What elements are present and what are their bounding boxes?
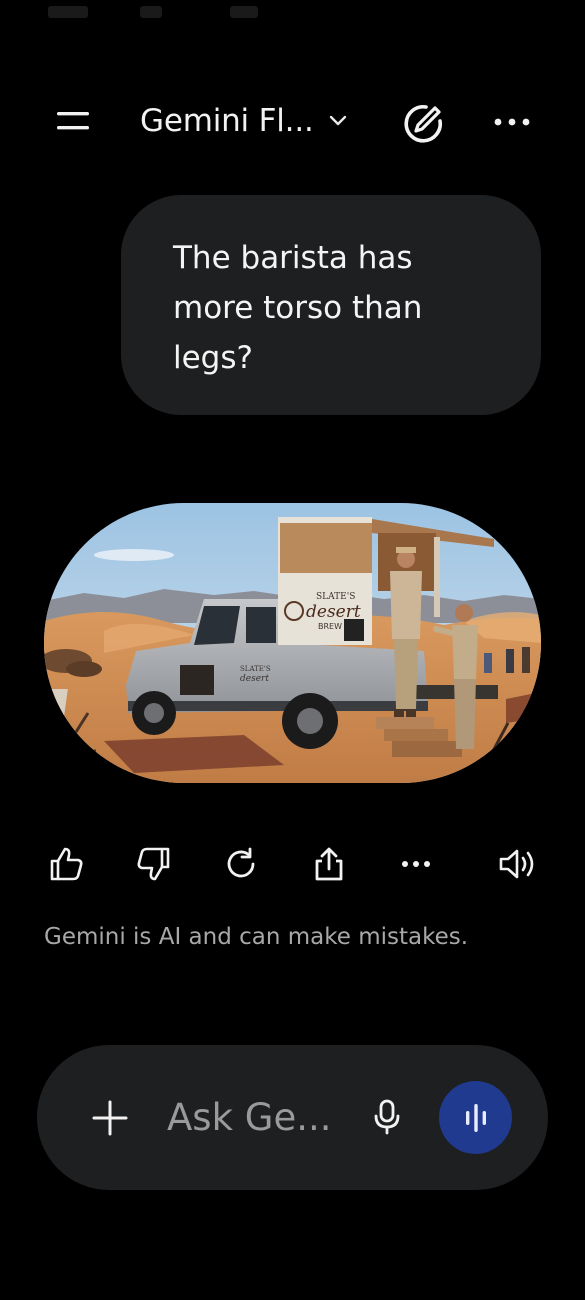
live-mode-button[interactable] xyxy=(439,1081,512,1154)
speaker-icon xyxy=(499,849,534,879)
more-actions-button[interactable] xyxy=(392,838,440,890)
svg-text:desert: desert xyxy=(240,674,269,684)
more-horizontal-icon xyxy=(494,118,530,126)
truck-sign-line1: SLATE'S xyxy=(316,592,355,602)
generated-image[interactable]: SLATE'S desert SLATE'S desert BREW xyxy=(44,503,541,783)
chevron-down-icon xyxy=(328,114,348,128)
status-icon xyxy=(140,6,162,18)
thumbs-up-icon xyxy=(50,847,83,881)
regenerate-icon xyxy=(227,847,255,878)
voice-input-button[interactable] xyxy=(363,1091,411,1143)
regenerate-button[interactable] xyxy=(217,838,265,890)
status-icon xyxy=(230,6,258,18)
status-bar xyxy=(0,0,585,28)
menu-button[interactable] xyxy=(48,98,98,144)
top-app-bar: Gemini Fl... xyxy=(0,88,585,154)
svg-text:SLATE'S: SLATE'S xyxy=(240,665,271,673)
prompt-composer xyxy=(37,1045,548,1190)
share-icon xyxy=(315,847,343,881)
status-time xyxy=(48,6,88,18)
read-aloud-button[interactable] xyxy=(494,838,542,890)
plus-icon xyxy=(92,1100,128,1136)
prompt-input[interactable] xyxy=(167,1089,357,1145)
share-button[interactable] xyxy=(305,838,353,890)
thumbs-down-icon xyxy=(137,847,170,881)
more-options-button[interactable] xyxy=(488,100,536,144)
disclaimer-text: Gemini is AI and can make mistakes. xyxy=(44,924,469,950)
menu-icon xyxy=(57,112,89,130)
user-message-text: The barista has more torso than legs? xyxy=(173,240,423,376)
user-message-bubble: The barista has more torso than legs? xyxy=(121,195,541,415)
more-icon xyxy=(402,861,430,867)
like-button[interactable] xyxy=(42,838,90,890)
add-attachment-button[interactable] xyxy=(85,1093,135,1143)
dislike-button[interactable] xyxy=(130,838,178,890)
truck-sign-line3: BREW xyxy=(318,622,342,631)
model-title: Gemini Fl... xyxy=(140,103,314,139)
waveform-icon xyxy=(465,1103,486,1132)
model-selector[interactable]: Gemini Fl... xyxy=(140,96,348,146)
new-chat-button[interactable] xyxy=(398,98,450,146)
edit-icon xyxy=(404,104,443,143)
response-actions xyxy=(0,838,585,890)
microphone-icon xyxy=(374,1099,400,1135)
